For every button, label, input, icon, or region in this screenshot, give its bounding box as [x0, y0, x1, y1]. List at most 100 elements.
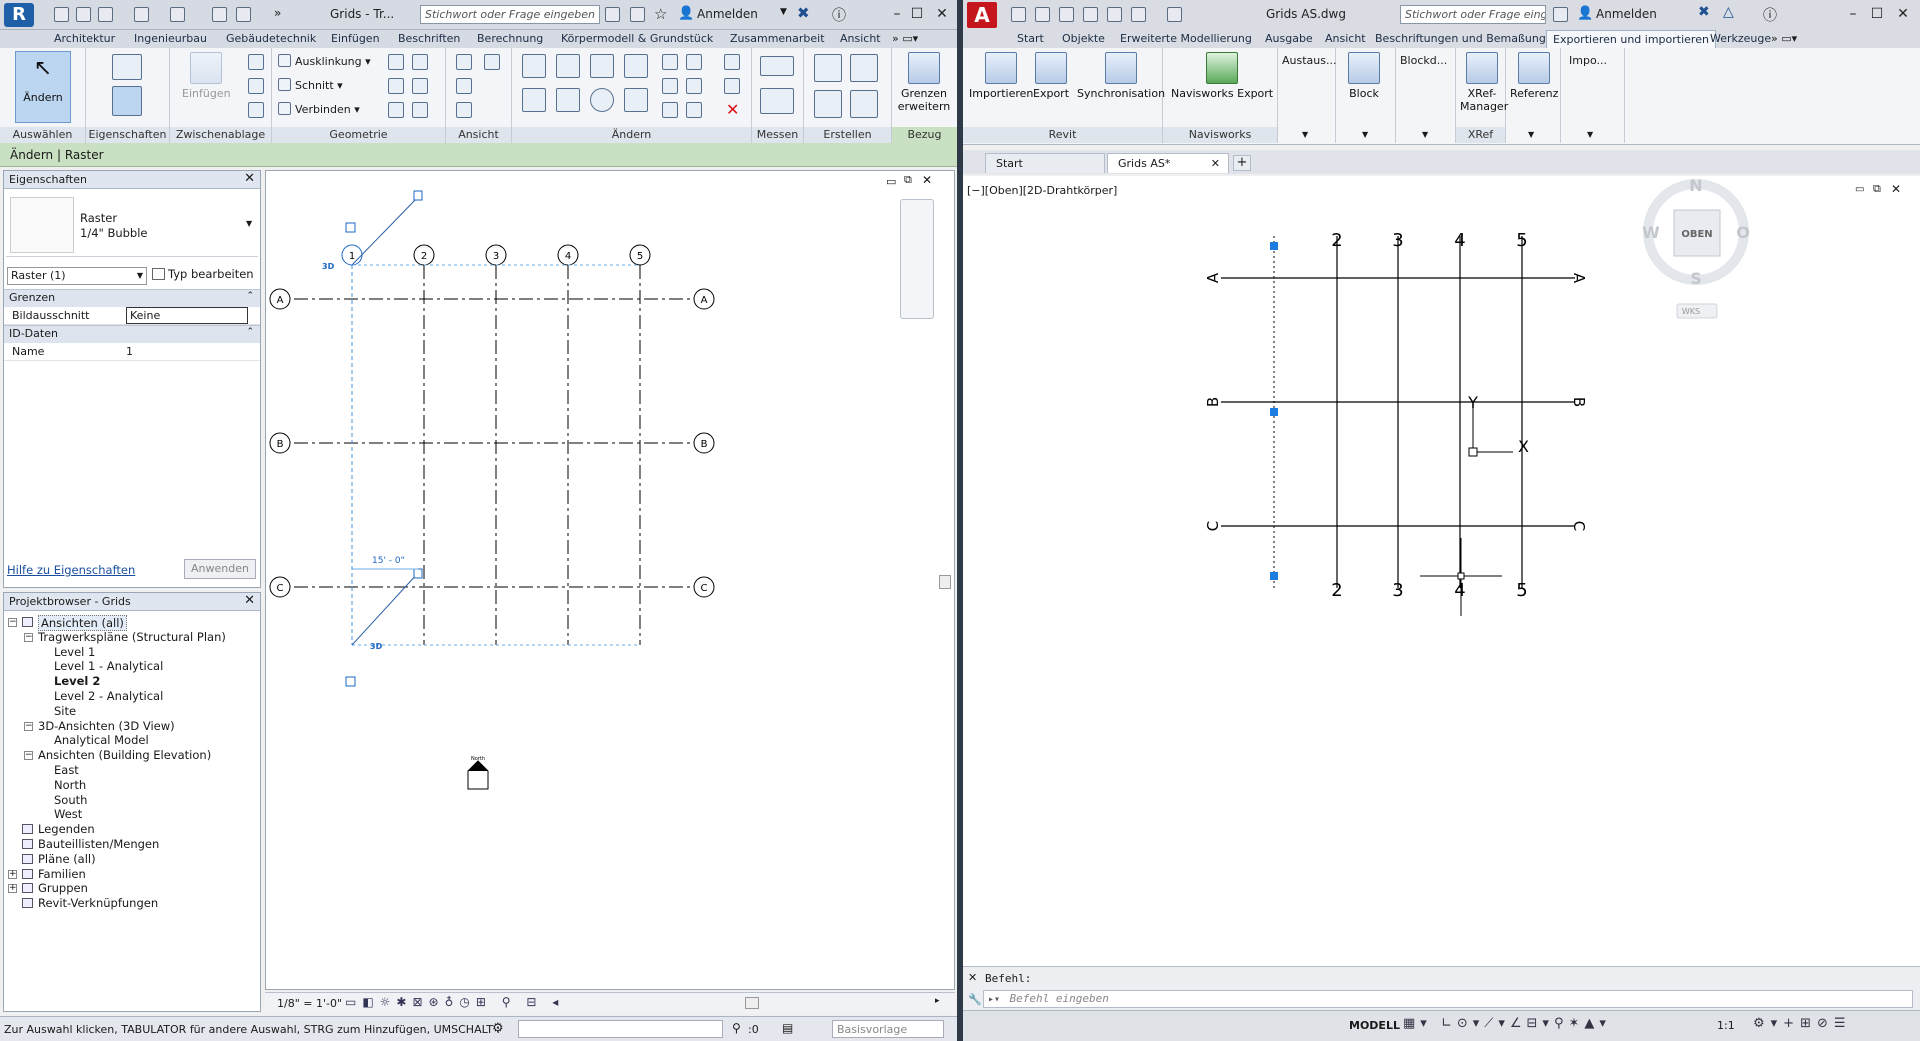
tree-expander-icon[interactable]: + — [8, 884, 17, 894]
browser-item[interactable]: Site — [54, 704, 76, 718]
revit-app-icon[interactable]: R — [4, 3, 34, 27]
browser-item[interactable]: West — [54, 807, 82, 821]
xref-manager-button[interactable]: XRef-Manager — [1460, 52, 1508, 113]
browser-item[interactable]: Level 1 — [54, 645, 95, 659]
view-scroll-right-icon[interactable]: ▸ — [935, 996, 940, 1006]
create-assembly-icon[interactable] — [814, 54, 842, 82]
export-button[interactable]: Export — [1033, 52, 1069, 100]
acad-user-icon[interactable]: 👤 — [1577, 6, 1593, 21]
einfuegen-button[interactable]: Einfügen — [182, 52, 231, 100]
cmd-wrench-icon[interactable]: 🔧 — [968, 993, 982, 1006]
browser-item[interactable]: Revit-Verknüpfungen — [38, 896, 158, 910]
acad-tab-werkzeuge[interactable]: Werkzeuge — [1706, 32, 1775, 45]
ausklinkung-button[interactable]: Ausklinkung ▾ — [278, 54, 371, 68]
acad-close-button[interactable]: ✕ — [1893, 4, 1913, 24]
subscription-icon[interactable] — [630, 7, 645, 22]
open-icon[interactable] — [54, 7, 69, 22]
tab-gebaeudetechnik[interactable]: Gebäudetechnik — [222, 32, 320, 45]
properties-close-icon[interactable]: ✕ — [244, 171, 255, 186]
browser-item[interactable]: 3D-Ansichten (3D View) — [38, 719, 175, 733]
geometry-tool-2-icon[interactable] — [412, 54, 428, 70]
acad-save-icon[interactable] — [1059, 7, 1074, 22]
view-tool-4-icon[interactable] — [456, 102, 472, 118]
browser-item[interactable]: South — [54, 793, 87, 807]
tab-ansicht[interactable]: Ansicht — [836, 32, 885, 45]
workset-select[interactable] — [518, 1020, 723, 1038]
tab-architektur[interactable]: Architektur — [50, 32, 119, 45]
close-button[interactable]: ✕ — [932, 4, 952, 24]
acad-drawing-area[interactable]: [−][Oben][2D-Drahtkörper] ▭ ⧉ ✕ AABBCC22… — [963, 176, 1920, 966]
signin-dropdown-icon[interactable]: ▼ — [780, 7, 787, 17]
browser-item[interactable]: East — [54, 763, 79, 777]
acad-maximize-button[interactable]: ☐ — [1867, 4, 1887, 24]
status-toggle-icons[interactable]: ▦▾ ∟⊙▾⟋▾∠⊟▾⚲✶▲▾ — [1403, 1016, 1611, 1031]
view-control-icons[interactable]: ▭◧☼✱⊠⊛♁◷⊞ ⚲ ⊟ ◂ — [345, 995, 564, 1009]
geometry-tool-5-icon[interactable] — [388, 102, 404, 118]
mirror-axis-icon[interactable] — [590, 54, 614, 78]
create-similar-icon[interactable] — [850, 90, 878, 118]
trim-icon[interactable] — [624, 88, 648, 112]
save-icon[interactable] — [76, 7, 91, 22]
austausch-label[interactable]: Austaus... — [1282, 54, 1336, 67]
acad-tab-modellierung[interactable]: Erweiterte Modellierung — [1116, 32, 1256, 45]
browser-item[interactable]: Pläne (all) — [38, 852, 96, 866]
acad-undo-icon[interactable] — [1131, 7, 1146, 22]
properties-icon[interactable] — [112, 86, 142, 116]
cmd-close-icon[interactable]: ✕ — [968, 971, 977, 984]
mirror-draw-icon[interactable] — [624, 54, 648, 78]
verbinden-button[interactable]: Verbinden ▾ — [278, 102, 360, 116]
tab-einfuegen[interactable]: Einfügen — [327, 32, 384, 45]
austausch-dropdown-icon[interactable]: ▼ — [1302, 130, 1308, 139]
doc-tab-grids[interactable]: Grids AS* ✕ — [1107, 153, 1229, 173]
referenz-button[interactable]: Referenz — [1510, 52, 1558, 100]
prop-value-bildausschnitt[interactable]: Keine — [126, 307, 248, 324]
redo-icon[interactable] — [170, 7, 185, 22]
tab-berechnung[interactable]: Berechnung — [473, 32, 547, 45]
measure-icon[interactable] — [212, 7, 227, 22]
copy-icon[interactable] — [248, 78, 264, 94]
acad-open-icon[interactable] — [1035, 7, 1050, 22]
aendern-button[interactable]: ↖ Ändern — [15, 51, 71, 123]
view-tool-1-icon[interactable] — [456, 54, 472, 70]
delete-icon[interactable]: ✕ — [726, 100, 739, 119]
acad-tab-ausgabe[interactable]: Ausgabe — [1261, 32, 1317, 45]
move-icon[interactable] — [522, 88, 546, 112]
create-parts-icon[interactable] — [850, 54, 878, 82]
geometry-tool-4-icon[interactable] — [412, 78, 428, 94]
tree-expander-icon[interactable]: − — [24, 721, 33, 731]
undo-icon[interactable] — [134, 7, 149, 22]
browser-item[interactable]: Familien — [38, 867, 86, 881]
acad-tab-beschriftungen[interactable]: Beschriftungen und Bemaßungen — [1371, 32, 1564, 45]
acad-binoculars-icon[interactable] — [1553, 7, 1568, 22]
browser-item[interactable]: Ansichten (Building Elevation) — [38, 748, 211, 762]
synchronisation-button[interactable]: Synchronisation — [1077, 52, 1165, 100]
acad-tabs-more-icon[interactable]: » ▭▾ — [1771, 32, 1797, 45]
align-icon[interactable] — [522, 54, 546, 78]
properties-help-link[interactable]: Hilfe zu Eigenschaften — [7, 563, 135, 577]
revit-search-input[interactable]: Stichwort oder Frage eingeben — [420, 5, 600, 24]
view-tool-2-icon[interactable] — [484, 54, 500, 70]
unpin-icon[interactable] — [662, 102, 678, 118]
rotate-icon[interactable] — [590, 88, 614, 112]
geometry-tool-6-icon[interactable] — [412, 102, 428, 118]
tree-expander-icon[interactable]: − — [24, 751, 33, 761]
block-dropdown-icon[interactable]: ▼ — [1362, 130, 1368, 139]
browser-item[interactable]: North — [54, 778, 86, 792]
navisworks-export-button[interactable]: Navisworks Export — [1171, 52, 1273, 100]
prop-group-id-daten[interactable]: ID-Daten ⌃ — [4, 325, 260, 343]
match-type-icon[interactable] — [248, 102, 264, 118]
cut-icon[interactable] — [248, 54, 264, 70]
minimize-button[interactable]: – — [887, 4, 907, 24]
type-properties-icon[interactable] — [112, 54, 142, 80]
array-icon[interactable] — [662, 78, 678, 94]
copy-element-icon[interactable] — [556, 88, 580, 112]
grenzen-erweitern-button[interactable]: Grenzen erweitern — [896, 52, 952, 113]
acad-search-input[interactable]: Stichwort oder Frage eingeben — [1400, 5, 1546, 24]
annotation-scale[interactable]: 1:1 — [1717, 1019, 1735, 1032]
design-options-icon[interactable]: ▤ — [782, 1021, 793, 1035]
acad-signin[interactable]: Anmelden — [1596, 7, 1657, 21]
prop-value-name[interactable]: 1 — [126, 345, 133, 358]
impo-dropdown-icon[interactable]: ▼ — [1587, 130, 1593, 139]
view-scale[interactable]: 1/8" = 1'-0" — [277, 997, 342, 1010]
measure-distance-icon[interactable] — [760, 56, 794, 76]
